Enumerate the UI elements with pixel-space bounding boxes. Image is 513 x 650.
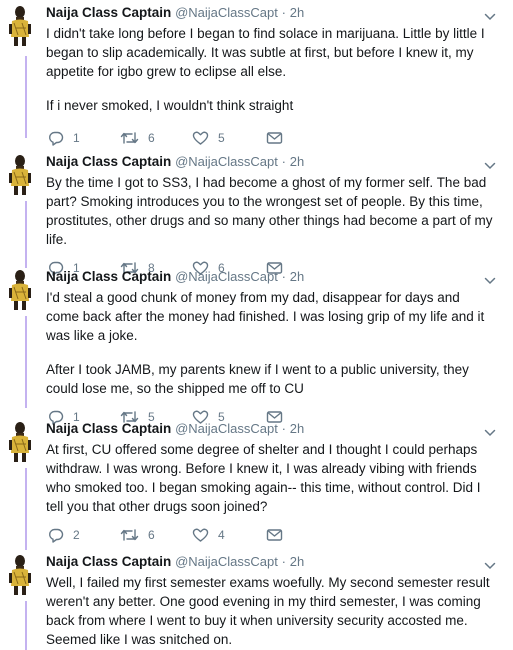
tweet-text: I didn't take long before I began to fin…	[46, 24, 496, 115]
tweet-paragraph: At first, CU offered some degree of shel…	[46, 442, 481, 514]
tweet-header: Naija Class Captain @NaijaClassCapt · 2h	[46, 4, 496, 24]
avatar[interactable]	[7, 420, 33, 464]
author-handle[interactable]: @NaijaClassCapt	[175, 554, 278, 569]
tweet-timestamp[interactable]: 2h	[290, 421, 304, 436]
tweet-header: Naija Class Captain @NaijaClassCapt · 2h	[46, 420, 496, 440]
avatar-column	[0, 420, 40, 550]
direct-message-button[interactable]	[266, 525, 283, 545]
reply-count: 1	[73, 131, 80, 145]
author-handle[interactable]: @NaijaClassCapt	[175, 421, 278, 436]
retweet-button[interactable]: 6	[120, 128, 155, 148]
author-handle[interactable]: @NaijaClassCapt	[175, 154, 278, 169]
like-count: 4	[218, 528, 225, 542]
heart-icon	[192, 130, 209, 146]
meta-separator: ·	[281, 554, 286, 569]
tweet-text: By the time I got to SS3, I had become a…	[46, 173, 496, 249]
like-count: 5	[218, 131, 225, 145]
tweet-header: Naija Class Captain @NaijaClassCapt · 2h	[46, 153, 496, 173]
tweet-actions: 2 6 4	[46, 525, 496, 545]
avatar[interactable]	[7, 553, 33, 597]
tweet-timestamp[interactable]: 2h	[290, 5, 304, 20]
reply-button[interactable]: 2	[48, 525, 80, 545]
tweet-content: Naija Class Captain @NaijaClassCapt · 2h…	[46, 553, 496, 649]
like-button[interactable]: 5	[192, 128, 225, 148]
thread-connector-line	[25, 601, 27, 650]
tweet-timestamp[interactable]: 2h	[290, 269, 304, 284]
reply-count: 2	[73, 528, 80, 542]
tweet-header: Naija Class Captain @NaijaClassCapt · 2h	[46, 553, 496, 573]
chevron-down-icon[interactable]	[484, 157, 496, 170]
author-name[interactable]: Naija Class Captain	[46, 269, 171, 284]
avatar-column	[0, 4, 40, 143]
tweet-paragraph: Well, I failed my first semester exams w…	[46, 575, 490, 647]
avatar-column	[0, 268, 40, 408]
chevron-down-icon[interactable]	[484, 272, 496, 285]
tweet-text: Well, I failed my first semester exams w…	[46, 573, 496, 649]
retweet-count: 6	[148, 528, 155, 542]
heart-icon	[192, 527, 209, 543]
author-name[interactable]: Naija Class Captain	[46, 154, 171, 169]
thread-connector-line	[25, 468, 27, 550]
avatar-column	[0, 153, 40, 268]
reply-icon	[48, 130, 64, 146]
chevron-down-icon[interactable]	[484, 557, 496, 570]
avatar-column	[0, 553, 40, 650]
tweet: Naija Class Captain @NaijaClassCapt · 2h…	[0, 420, 513, 550]
avatar[interactable]	[7, 4, 33, 48]
tweet-timestamp[interactable]: 2h	[290, 154, 304, 169]
like-button[interactable]: 4	[192, 525, 225, 545]
author-name[interactable]: Naija Class Captain	[46, 5, 171, 20]
tweet-timestamp[interactable]: 2h	[290, 554, 304, 569]
avatar[interactable]	[7, 153, 33, 197]
thread-connector-line	[25, 316, 27, 408]
tweet-paragraph: If i never smoked, I wouldn't think stra…	[46, 98, 294, 113]
tweet: Naija Class Captain @NaijaClassCapt · 2h…	[0, 553, 513, 650]
meta-separator: ·	[281, 5, 286, 20]
retweet-icon	[120, 130, 139, 146]
author-handle[interactable]: @NaijaClassCapt	[175, 5, 278, 20]
tweet: Naija Class Captain @NaijaClassCapt · 2h…	[0, 153, 513, 276]
author-name[interactable]: Naija Class Captain	[46, 421, 171, 436]
tweet-content: Naija Class Captain @NaijaClassCapt · 2h…	[46, 153, 496, 278]
avatar[interactable]	[7, 268, 33, 312]
tweet-thread: Naija Class Captain @NaijaClassCapt · 2h…	[0, 0, 513, 650]
envelope-icon	[266, 131, 283, 145]
retweet-count: 6	[148, 131, 155, 145]
thread-connector-line	[25, 201, 27, 268]
tweet-paragraph: After I took JAMB, my parents knew if I …	[46, 362, 469, 396]
author-handle[interactable]: @NaijaClassCapt	[175, 269, 278, 284]
tweet: Naija Class Captain @NaijaClassCapt · 2h…	[0, 268, 513, 425]
tweet-content: Naija Class Captain @NaijaClassCapt · 2h…	[46, 268, 496, 427]
envelope-icon	[266, 528, 283, 542]
tweet-paragraph: I didn't take long before I began to fin…	[46, 26, 485, 79]
chevron-down-icon[interactable]	[484, 8, 496, 21]
tweet-actions: 1 6 5	[46, 128, 496, 148]
tweet-content: Naija Class Captain @NaijaClassCapt · 2h…	[46, 420, 496, 545]
tweet-paragraph: By the time I got to SS3, I had become a…	[46, 175, 493, 247]
reply-button[interactable]: 1	[48, 128, 80, 148]
chevron-down-icon[interactable]	[484, 424, 496, 437]
tweet-header: Naija Class Captain @NaijaClassCapt · 2h	[46, 268, 496, 288]
tweet-paragraph: I'd steal a good chunk of money from my …	[46, 290, 485, 343]
meta-separator: ·	[281, 269, 286, 284]
tweet-content: Naija Class Captain @NaijaClassCapt · 2h…	[46, 4, 496, 148]
direct-message-button[interactable]	[266, 128, 283, 148]
author-name[interactable]: Naija Class Captain	[46, 554, 171, 569]
tweet-text: At first, CU offered some degree of shel…	[46, 440, 496, 516]
tweet: Naija Class Captain @NaijaClassCapt · 2h…	[0, 4, 513, 146]
meta-separator: ·	[281, 421, 286, 436]
thread-connector-line	[25, 56, 27, 138]
retweet-button[interactable]: 6	[120, 525, 155, 545]
retweet-icon	[120, 527, 139, 543]
meta-separator: ·	[281, 154, 286, 169]
reply-icon	[48, 527, 64, 543]
tweet-text: I'd steal a good chunk of money from my …	[46, 288, 496, 398]
